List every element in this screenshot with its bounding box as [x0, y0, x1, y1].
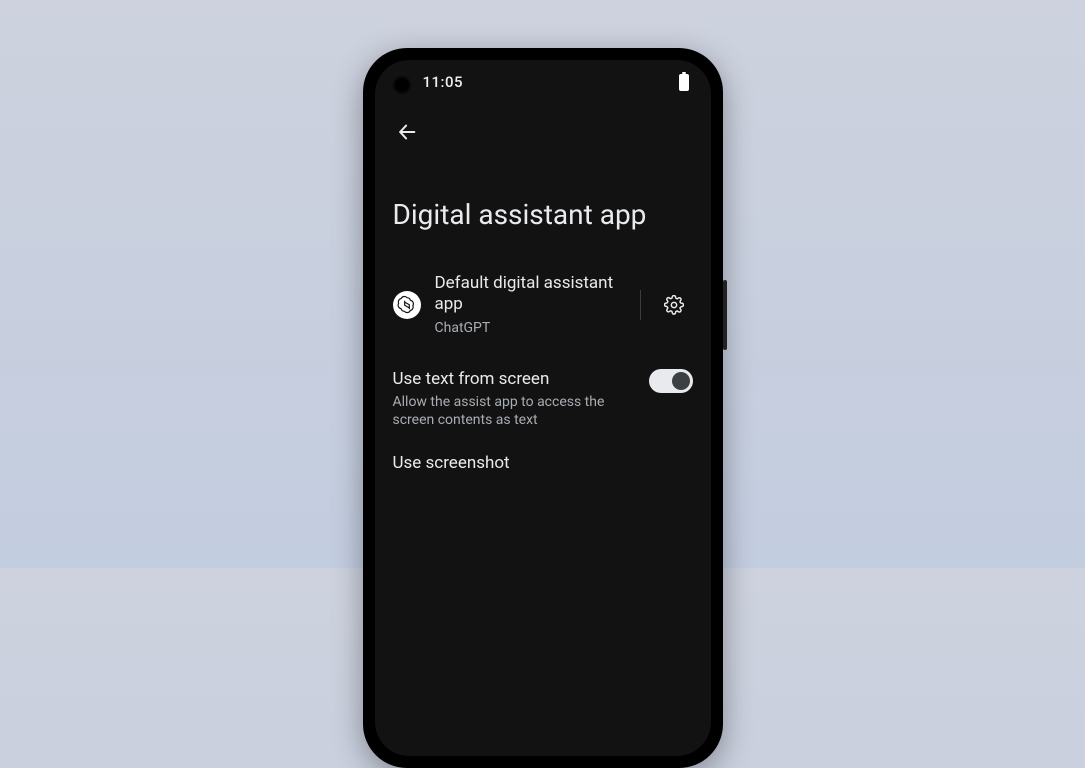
default-assistant-value: ChatGPT	[435, 319, 620, 337]
chatgpt-app-icon	[393, 291, 421, 319]
battery-icon	[679, 74, 689, 91]
top-app-bar	[375, 104, 711, 150]
use-text-from-screen-row[interactable]: Use text from screen Allow the assist ap…	[375, 351, 711, 440]
use-text-text: Use text from screen Allow the assist ap…	[393, 369, 635, 430]
phone-frame: 11:05 Digital assistant app Default digi…	[363, 48, 723, 768]
default-assistant-label: Default digital assistant app	[435, 273, 620, 316]
page-title: Digital assistant app	[375, 150, 711, 259]
status-bar: 11:05	[375, 60, 711, 104]
openai-knot-icon	[397, 295, 417, 315]
default-assistant-text: Default digital assistant app ChatGPT	[435, 273, 626, 337]
use-screenshot-label: Use screenshot	[393, 453, 687, 474]
default-assistant-row[interactable]: Default digital assistant app ChatGPT	[375, 259, 711, 351]
back-button[interactable]	[389, 114, 425, 150]
camera-punch-hole	[393, 76, 411, 94]
use-text-label: Use text from screen	[393, 369, 621, 390]
gear-icon	[664, 295, 684, 315]
arrow-back-icon	[396, 121, 418, 143]
status-time: 11:05	[423, 73, 464, 91]
phone-screen: 11:05 Digital assistant app Default digi…	[375, 60, 711, 756]
power-button	[723, 280, 727, 350]
use-screenshot-row[interactable]: Use screenshot	[375, 439, 711, 488]
use-text-description: Allow the assist app to access the scree…	[393, 393, 621, 429]
assistant-settings-button[interactable]	[655, 286, 693, 324]
use-text-toggle[interactable]	[649, 369, 693, 393]
divider-vertical	[640, 290, 641, 320]
use-screenshot-text: Use screenshot	[393, 453, 693, 474]
toggle-knob	[672, 372, 690, 390]
